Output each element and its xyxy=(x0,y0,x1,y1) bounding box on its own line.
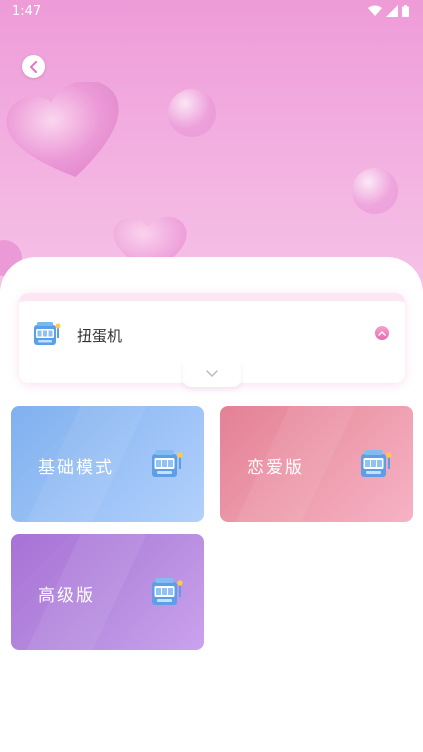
chevron-up-icon xyxy=(378,330,386,336)
mode-card-label: 高级版 xyxy=(38,586,95,606)
status-bar: 1:47 xyxy=(0,0,423,24)
slot-machine-icon xyxy=(34,322,61,345)
chevron-left-icon xyxy=(29,60,37,73)
signal-icon xyxy=(386,5,398,17)
selector-toggle[interactable] xyxy=(375,326,389,340)
battery-icon xyxy=(402,5,409,17)
status-time: 1:47 xyxy=(12,4,42,19)
wifi-icon xyxy=(368,5,382,16)
mode-card-label: 基础模式 xyxy=(38,458,114,478)
selector-label: 扭蛋机 xyxy=(77,327,123,345)
mode-card-basic[interactable]: 基础模式 xyxy=(11,406,204,522)
bubble-decoration xyxy=(352,168,398,214)
expand-button[interactable] xyxy=(183,361,241,387)
slot-machine-icon xyxy=(361,450,392,477)
hero-background: 1:47 xyxy=(0,0,423,300)
back-button[interactable] xyxy=(22,55,45,78)
chevron-down-icon xyxy=(206,370,218,378)
slot-machine-icon xyxy=(152,450,183,477)
mode-card-advanced[interactable]: 高级版 xyxy=(11,534,204,650)
heart-decoration xyxy=(6,82,119,177)
mode-card-love[interactable]: 恋爱版 xyxy=(220,406,413,522)
bubble-decoration xyxy=(168,89,216,137)
mode-card-label: 恋爱版 xyxy=(247,458,304,478)
slot-machine-icon xyxy=(152,578,183,605)
status-icons xyxy=(368,5,409,17)
